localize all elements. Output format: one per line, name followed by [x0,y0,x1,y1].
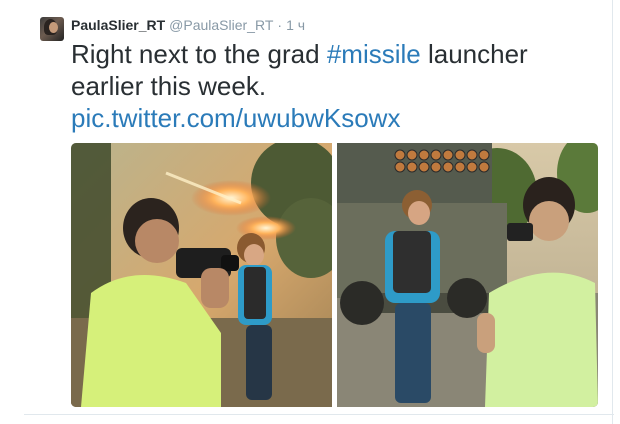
tweet-text-line-1: Right next to the grad #missile launcher [71,38,601,70]
media-link[interactable]: pic.twitter.com/uwubwKsowx [71,102,400,134]
author-name[interactable]: PaulaSlier_RT [71,17,165,33]
card-border-right [612,0,613,424]
media-photo-left[interactable] [71,143,332,407]
tweet-text: Right next to the grad #missile launcher… [71,38,601,102]
card-divider [24,414,614,415]
avatar-face [49,22,58,33]
photo-right-drawing [337,143,598,407]
hashtag-link[interactable]: #missile [327,39,421,69]
author-handle[interactable]: @PaulaSlier_RT [169,17,273,33]
header-separator: · [277,17,283,33]
avatar[interactable] [40,17,64,41]
tweet-text-start: Right next to the grad [71,39,327,69]
tweet-text-line-2: earlier this week. [71,71,267,101]
media-photo-right[interactable] [337,143,598,407]
tweet-timestamp[interactable]: 1 ч [286,17,305,33]
photo-left-drawing [71,143,332,407]
tweet-text-end: launcher [420,39,528,69]
tweet-header: PaulaSlier_RT @PaulaSlier_RT · 1 ч [71,17,305,33]
tweet-card[interactable]: PaulaSlier_RT @PaulaSlier_RT · 1 ч Right… [0,0,620,424]
